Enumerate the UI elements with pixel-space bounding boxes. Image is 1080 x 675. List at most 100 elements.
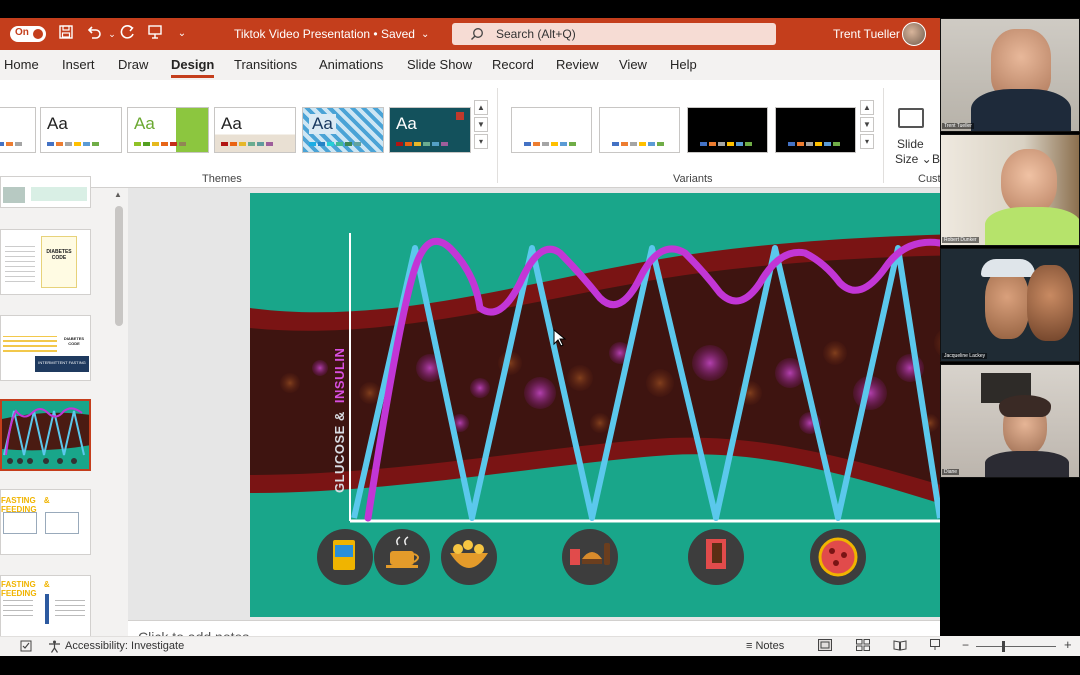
accessibility-icon[interactable] [48,640,61,656]
y-axis-label-part1: GLUCOSE & [332,411,347,493]
variant-3[interactable] [687,107,768,153]
customize-toolbar-icon[interactable]: ⌄ [172,24,192,44]
thumbnail-lines [3,598,33,616]
themes-scroll-down-button[interactable]: ▼ [474,117,488,132]
zoom-in-icon[interactable]: + [1064,637,1072,652]
slide-thumbnail[interactable] [0,176,91,208]
tab-design[interactable]: Design [171,57,215,78]
tab-transitions[interactable]: Transitions [234,57,297,72]
slide-size-icon[interactable] [898,108,924,128]
notes-toggle-button[interactable]: ≡ Notes [746,640,784,652]
redo-icon[interactable] [118,24,138,44]
thumbnail-banner: INTERMITTENT FASTING [35,356,89,372]
theme-integral[interactable]: Aa [214,107,296,153]
thumbnail-chart-preview [2,407,89,464]
search-box[interactable]: Search (Alt+Q) [452,23,776,45]
participant-tile[interactable]: Robert Dunker [940,134,1080,246]
slide-size-button[interactable]: Slide Size ⌄ [895,137,932,167]
current-slide[interactable]: GLUCOSE & INSULIN [250,193,940,617]
normal-view-icon[interactable] [818,639,832,654]
user-name[interactable]: Trent Tueller [833,18,900,50]
theme-color-bars [134,142,186,146]
zoom-slider-thumb[interactable] [1002,641,1005,652]
tab-help[interactable]: Help [670,57,697,72]
zoom-out-icon[interactable]: − [962,638,969,652]
participant-hat [981,259,1035,277]
avatar[interactable] [902,22,926,46]
participant-shirt [971,89,1071,131]
video-participants-panel: Trent Tueller Robert Dunker Jacqueline L… [940,18,1080,478]
slide-thumbnails-pane: DIABETES CODE DIABETES CODE INTERMITTENT… [0,176,128,652]
variant-1[interactable] [511,107,592,153]
variants-group-label: Variants [673,173,713,185]
variant-color-bars [612,142,664,146]
slide-thumbnail-active[interactable] [0,399,91,471]
participant-tile[interactable]: Jacqueline Lackey [940,248,1080,362]
theme-facet[interactable]: Aa [127,107,209,153]
scrollbar-thumb[interactable] [115,206,123,326]
tab-insert[interactable]: Insert [62,57,95,72]
autosave-toggle[interactable]: On [10,26,46,42]
variant-4[interactable] [775,107,856,153]
theme-color-bars [309,142,361,146]
document-title[interactable]: Tiktok Video Presentation • Saved ⌄ [234,18,429,50]
themes-scroll-up-button[interactable]: ▲ [474,100,488,115]
present-icon[interactable] [145,24,165,44]
participant-video [1001,149,1057,215]
scroll-up-arrow-icon[interactable]: ▲ [114,190,122,199]
variant-color-bars [788,142,840,146]
undo-icon[interactable] [84,24,104,44]
tab-animations[interactable]: Animations [319,57,383,72]
slide-thumbnail[interactable]: FASTING & FEEDING [0,489,91,555]
theme-ion[interactable]: Aa [389,107,471,153]
variants-more-button[interactable]: ▾ [860,134,874,149]
thumbnail-content [3,187,25,203]
theme-office[interactable]: Aa [40,107,122,153]
tab-record[interactable]: Record [492,57,534,72]
thumbnail-book: DIABETES CODE [41,236,77,288]
variant-2[interactable] [599,107,680,153]
tab-draw[interactable]: Draw [118,57,148,72]
variants-scroll-down-button[interactable]: ▼ [860,117,874,132]
slide-thumbnail[interactable]: DIABETES CODE INTERMITTENT FASTING [0,315,91,381]
thumbnail-title: DIABETES CODE [63,336,85,346]
tab-slide-show[interactable]: Slide Show [407,57,472,72]
theme-sample-text: Aa [309,114,336,134]
theme-thumbnail[interactable] [0,107,36,153]
slide-thumbnail[interactable]: FASTING & FEEDING [0,575,91,641]
reading-view-icon[interactable] [893,639,907,654]
title-bar: On ⌄ ⌄ Tiktok Video Presentation • Saved… [0,18,940,50]
slide-thumbnail[interactable]: DIABETES CODE [0,229,91,295]
theme-accent-strip [456,112,464,120]
format-background-button-label[interactable]: B [932,152,940,166]
autosave-state-label: On [15,27,29,38]
theme-ion-boardroom[interactable]: Aa [302,107,384,153]
save-icon[interactable] [56,24,76,44]
thumbnail-heading-b: FEEDING [1,589,37,598]
zoom-controls: − + [940,636,1080,656]
tab-home[interactable]: Home [4,57,39,72]
notes-icon: ≡ [746,640,753,652]
participant-tile[interactable]: Trent Tueller [940,18,1080,132]
accessibility-status[interactable]: Accessibility: Investigate [65,640,184,652]
variants-scroll-up-button[interactable]: ▲ [860,100,874,115]
theme-color-bars [396,142,448,146]
themes-more-button[interactable]: ▾ [474,134,488,149]
participant-video-2 [1027,265,1073,341]
spelling-check-icon[interactable] [20,640,32,655]
participant-tile[interactable]: Diane [940,364,1080,478]
slide-sorter-icon[interactable] [856,639,870,654]
thumbnail-book: DIABETES CODE [59,322,89,358]
toggle-knob [33,29,43,39]
thumbnails-scrollbar[interactable]: ▲ ▼ [112,188,126,652]
cereal-box-icon [317,529,373,585]
powerpoint-window: On ⌄ ⌄ Tiktok Video Presentation • Saved… [0,18,940,656]
tab-view[interactable]: View [619,57,647,72]
zoom-slider[interactable] [976,641,1056,652]
themes-group-label: Themes [202,173,242,185]
thumbnail-amp: & [43,496,50,505]
slide-editor: GLUCOSE & INSULIN [128,188,940,620]
tab-review[interactable]: Review [556,57,599,72]
slideshow-view-icon[interactable] [930,639,940,654]
y-axis-label-part2: INSULIN [332,348,347,404]
